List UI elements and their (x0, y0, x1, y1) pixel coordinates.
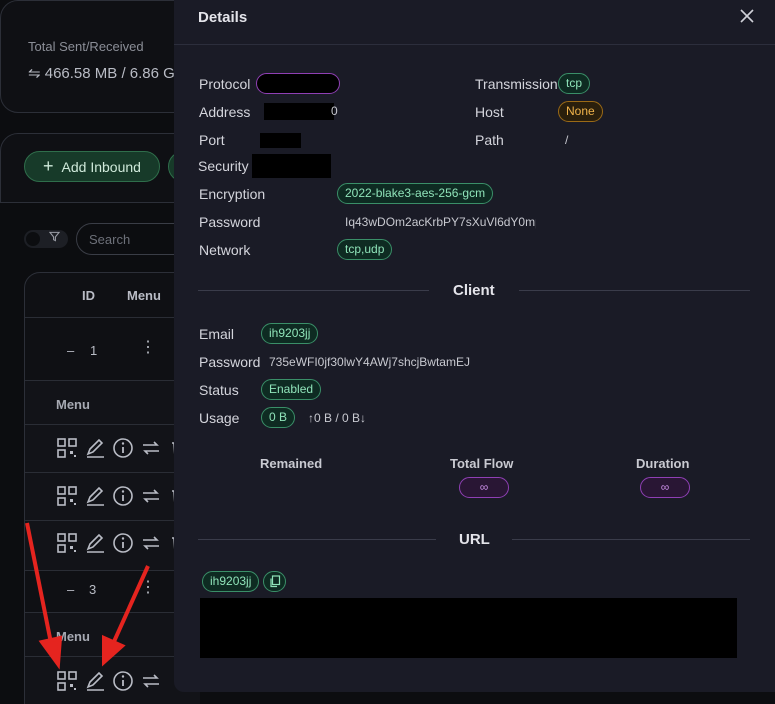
client-section-title: Client (453, 282, 495, 299)
plus-icon: + (43, 156, 54, 176)
client-status-label: Status (199, 382, 239, 398)
password-value: Iq43wDOm2acKrbPY7sXuVl6dY0mp (345, 215, 536, 229)
modal-header: Details (174, 0, 775, 45)
qrcode-icon[interactable] (56, 485, 78, 507)
reset-traffic-icon[interactable] (140, 437, 162, 459)
qrcode-icon[interactable] (56, 670, 78, 692)
client-divider-left (198, 290, 429, 291)
info-icon[interactable] (112, 485, 134, 507)
search-placeholder: Search (89, 232, 131, 247)
password-label: Password (199, 214, 261, 230)
info-icon[interactable] (112, 670, 134, 692)
client-status-value: Enabled (261, 379, 322, 400)
path-value: / (565, 133, 569, 147)
qrcode-icon[interactable] (56, 532, 78, 554)
transmission-value: tcp (558, 73, 591, 94)
edit-icon[interactable] (84, 437, 106, 459)
duration-header: Duration (636, 456, 690, 471)
copy-icon (269, 575, 280, 588)
add-inbound-label: Add Inbound (61, 158, 141, 175)
url-redaction (200, 598, 737, 658)
transmission-label: Transmission (475, 76, 558, 92)
protocol-label: Protocol (199, 76, 251, 92)
edit-icon[interactable] (84, 485, 106, 507)
url-email-tag: ih9203jj (202, 571, 260, 592)
info-icon[interactable] (112, 532, 134, 554)
client-email-value: ih9203jj (261, 323, 319, 344)
client-password-value: 735eWFI0jf30lwY4AWj7shcjBwtamEJ (269, 355, 470, 369)
copy-url-button[interactable] (263, 571, 286, 592)
client-actions-row (56, 485, 190, 507)
total-flow-header: Total Flow (450, 456, 514, 471)
security-label: Security (198, 158, 249, 174)
path-label: Path (475, 132, 504, 148)
more-vertical-icon[interactable]: ⋮ (140, 340, 156, 356)
client-actions-row (56, 532, 190, 554)
funnel-icon (48, 231, 61, 245)
host-label: Host (475, 104, 504, 120)
client-password-label: Password (199, 354, 261, 370)
encryption-value: 2022-blake3-aes-256-gcm (337, 183, 494, 204)
protocol-value-redacted (256, 73, 340, 94)
remained-header: Remained (260, 456, 323, 471)
url-section-title: URL (459, 531, 490, 548)
port-label: Port (199, 132, 225, 148)
toggle-knob (26, 232, 40, 246)
encryption-label: Encryption (199, 186, 266, 202)
port-redaction (260, 133, 301, 148)
row-collapse-toggle[interactable]: – (67, 582, 74, 597)
reset-traffic-icon[interactable] (140, 485, 162, 507)
client-usage-value: 0 B (261, 407, 296, 428)
address-label: Address (199, 104, 251, 120)
sub-menu-header: Menu (56, 397, 90, 412)
address-value-tail: 0 (331, 104, 338, 118)
info-icon[interactable] (112, 437, 134, 459)
client-actions-row (56, 437, 190, 459)
host-value: None (558, 101, 603, 122)
reset-traffic-icon[interactable] (140, 670, 162, 692)
add-inbound-button[interactable]: + Add Inbound (24, 151, 160, 182)
total-flow-value: ∞ (459, 477, 509, 498)
edit-icon[interactable] (84, 532, 106, 554)
col-header-menu: Menu (127, 288, 161, 303)
duration-value: ∞ (640, 477, 690, 498)
edit-icon[interactable] (84, 670, 106, 692)
client-usage-detail: ↑0 B / 0 B↓ (308, 411, 367, 425)
row-collapse-toggle[interactable]: – (67, 343, 74, 358)
network-value: tcp,udp (337, 239, 393, 260)
qrcode-icon[interactable] (56, 437, 78, 459)
modal-title: Details (198, 9, 248, 26)
more-vertical-icon[interactable]: ⋮ (140, 580, 156, 596)
network-label: Network (199, 242, 251, 258)
client-email-label: Email (199, 326, 235, 342)
url-divider-left (198, 539, 436, 540)
total-sent-received-label: Total Sent/Received (28, 39, 144, 54)
filter-toggle[interactable] (24, 230, 68, 248)
sub-menu-header: Menu (56, 629, 90, 644)
client-divider-right (519, 290, 750, 291)
stats-card (0, 0, 200, 113)
address-redaction (264, 103, 334, 120)
security-redaction (252, 154, 331, 178)
col-header-id: ID (82, 288, 95, 303)
row-id: 1 (90, 343, 98, 358)
page: Total Sent/Received ⇋ 466.58 MB / 6.86 G… (0, 0, 775, 704)
url-divider-right (512, 539, 750, 540)
details-modal: Details Protocol Address 0 Port Security… (174, 0, 775, 692)
client-usage-label: Usage (199, 410, 240, 426)
client-actions-row (56, 670, 162, 692)
total-sent-received-value: ⇋ 466.58 MB / 6.86 G (28, 65, 175, 82)
reset-traffic-icon[interactable] (140, 532, 162, 554)
close-icon[interactable] (739, 8, 755, 24)
row-id: 3 (89, 582, 97, 597)
